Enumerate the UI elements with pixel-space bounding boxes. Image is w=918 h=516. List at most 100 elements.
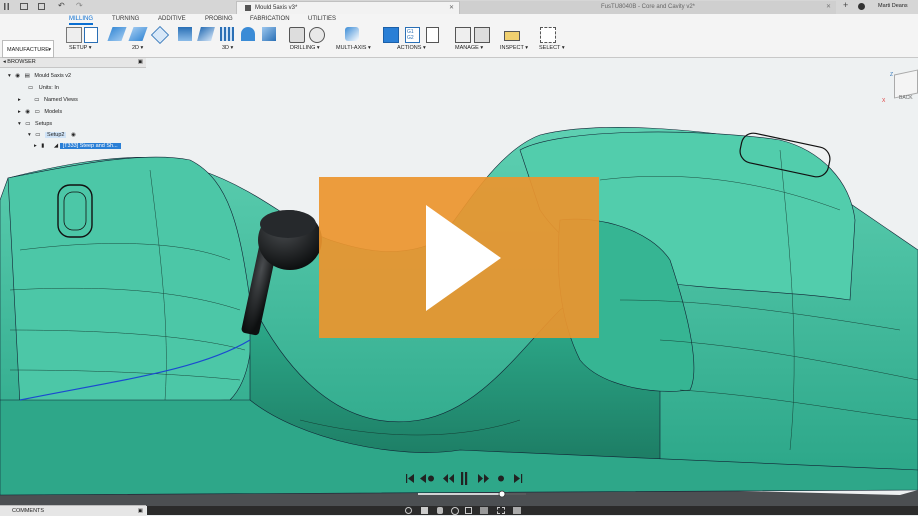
help-icon[interactable]: [858, 3, 865, 10]
tab-fabrication[interactable]: FABRICATION: [250, 16, 290, 22]
next-step-icon[interactable]: [496, 474, 504, 483]
group-3d-label: 3D: [222, 45, 230, 51]
multi-axis-icon[interactable]: [345, 27, 359, 41]
drill-pattern-icon[interactable]: [309, 27, 325, 43]
redo-icon[interactable]: ↷: [76, 1, 83, 10]
tree-item-models[interactable]: ▸ ◉ ▭ Models: [18, 107, 62, 117]
chevron-down-icon: ▾: [48, 47, 51, 53]
drill-icon[interactable]: [289, 27, 305, 43]
expand-right-icon[interactable]: ▸: [18, 97, 21, 103]
orbit-icon[interactable]: [405, 507, 412, 514]
3d-contour-icon[interactable]: [262, 27, 276, 41]
tree-item-operation[interactable]: ▸ ▮ ◢ [T333] Steep and Sh...: [34, 141, 121, 151]
2d-pocket-icon[interactable]: [128, 27, 148, 41]
tree-item-units[interactable]: ▭ Units: In: [28, 83, 59, 93]
go-to-end-icon[interactable]: [514, 474, 523, 483]
group-3d[interactable]: 3D ▾: [222, 45, 233, 51]
pin-icon[interactable]: ▣: [138, 58, 143, 67]
zoom-icon[interactable]: [451, 507, 459, 515]
group-drilling[interactable]: DRILLING ▾: [290, 45, 320, 51]
undo-icon[interactable]: ↶: [58, 1, 65, 10]
tab-additive[interactable]: ADDITIVE: [158, 16, 186, 22]
grid-settings-icon[interactable]: [497, 507, 505, 514]
2d-face-icon[interactable]: [150, 25, 170, 45]
browser-header[interactable]: ◂ BROWSER ▣: [0, 58, 146, 68]
workspace-switcher[interactable]: MANUFACTURE ▾: [2, 40, 54, 58]
app-grid-icon[interactable]: [4, 3, 11, 10]
expand-down-icon-2[interactable]: ▾: [18, 121, 21, 127]
group-setup[interactable]: SETUP ▾: [69, 45, 92, 51]
navigation-bar: [147, 506, 918, 515]
play-pause-icon[interactable]: [461, 472, 468, 485]
measure-icon[interactable]: [504, 31, 520, 41]
browser-panel: ◂ BROWSER ▣ ▾ ◉ ▤ Mould 5axis v2 ▭ Units…: [0, 58, 146, 154]
axis-x-label: X: [882, 98, 886, 104]
workspace-label: MANUFACTURE: [7, 47, 49, 53]
save-icon[interactable]: [38, 3, 45, 10]
tool-library-icon[interactable]: [455, 27, 471, 43]
new-tab-icon[interactable]: +: [843, 0, 848, 10]
select-window-icon[interactable]: [540, 27, 556, 43]
tree-item-named-views[interactable]: ▸ ▭ Named Views: [18, 95, 78, 105]
3d-scallop-icon[interactable]: [241, 27, 255, 41]
tab-document-active[interactable]: Mould 5axis v3* ✕: [236, 1, 460, 15]
visibility-eye-icon-2[interactable]: ◉: [25, 109, 30, 115]
video-play-button[interactable]: [319, 177, 599, 338]
expand-right-icon-2[interactable]: ▸: [18, 109, 21, 115]
step-back-icon[interactable]: [443, 474, 454, 483]
tree-item-setups[interactable]: ▾ ▭ Setups: [18, 119, 52, 129]
setup-folder-icon[interactable]: [66, 27, 82, 43]
look-at-icon[interactable]: [421, 507, 428, 514]
tab-milling[interactable]: MILLING: [69, 16, 94, 25]
fit-icon[interactable]: [465, 507, 472, 514]
comments-panel[interactable]: COMMENTS ▣: [0, 505, 146, 516]
group-actions[interactable]: ACTIONS ▾: [397, 45, 426, 51]
tab-utilities[interactable]: UTILITIES: [308, 16, 336, 22]
active-setup-icon[interactable]: ◉: [71, 132, 76, 138]
named-views-label: Named Views: [44, 97, 78, 103]
pan-hand-icon[interactable]: [437, 507, 443, 514]
templates-icon[interactable]: [474, 27, 490, 43]
group-manage[interactable]: MANAGE ▾: [455, 45, 483, 51]
simulate-icon[interactable]: [383, 27, 399, 43]
user-name[interactable]: Marti Deans: [878, 3, 908, 9]
tab-document-inactive[interactable]: FusTU8040B - Core and Cavity v2* ✕: [460, 1, 836, 14]
setup-sheet-icon[interactable]: [84, 27, 98, 43]
expand-right-icon-3[interactable]: ▸: [34, 143, 37, 149]
viewports-icon[interactable]: [513, 507, 521, 514]
setup-sheet-doc-icon[interactable]: [426, 27, 439, 43]
go-to-start-icon[interactable]: [406, 474, 414, 483]
post-process-icon[interactable]: G1 G2: [405, 27, 420, 43]
tree-item-setup2[interactable]: ▾ ▭ Setup2 ◉: [28, 130, 76, 140]
display-settings-icon[interactable]: [480, 507, 488, 514]
expand-down-icon[interactable]: ▾: [8, 73, 11, 79]
expand-down-icon-3[interactable]: ▾: [28, 132, 31, 138]
close-tab-icon-2[interactable]: ✕: [826, 1, 831, 14]
group-select[interactable]: SELECT ▾: [539, 45, 565, 51]
group-inspect[interactable]: INSPECT ▾: [500, 45, 528, 51]
tree-item-root[interactable]: ▾ ◉ ▤ Mould 5axis v2: [8, 71, 71, 81]
visibility-eye-icon[interactable]: ◉: [15, 73, 20, 79]
3d-pocket-icon[interactable]: [197, 27, 215, 41]
folder-icon-2: ▭: [34, 109, 40, 115]
step-forward-icon[interactable]: [478, 474, 489, 483]
3d-adaptive-icon[interactable]: [178, 27, 192, 41]
file-menu-icon[interactable]: [20, 3, 28, 10]
group-2d-label: 2D: [132, 45, 140, 51]
tab-turning[interactable]: TURNING: [112, 16, 139, 22]
previous-step-icon[interactable]: [420, 474, 434, 483]
group-inspect-label: INSPECT: [500, 45, 524, 51]
browser-title: BROWSER: [7, 59, 36, 65]
models-label: Models: [44, 109, 63, 115]
timeline-scrubber[interactable]: [498, 490, 506, 498]
view-cube[interactable]: BACK Z X: [882, 68, 918, 104]
document-icon: [245, 5, 251, 11]
group-multi-axis[interactable]: MULTI-AXIS ▾: [336, 45, 371, 51]
2d-adaptive-icon[interactable]: [107, 27, 127, 41]
group-select-label: SELECT: [539, 45, 561, 51]
play-icon: [426, 205, 501, 311]
3d-parallel-icon[interactable]: [220, 27, 234, 41]
tab-probing[interactable]: PROBING: [205, 16, 233, 22]
collapse-icon[interactable]: ◂: [3, 59, 6, 65]
group-2d[interactable]: 2D ▾: [132, 45, 143, 51]
